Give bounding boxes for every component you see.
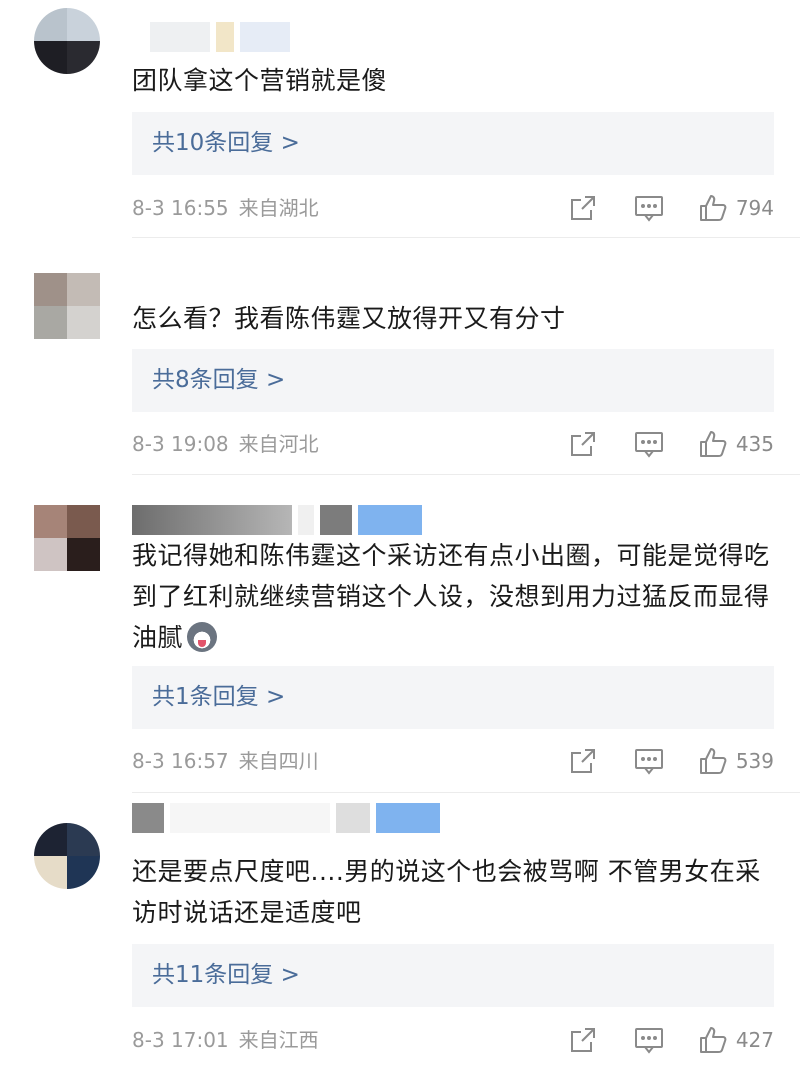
avatar[interactable]	[34, 273, 100, 339]
view-replies-button[interactable]: 共8条回复 >	[132, 349, 774, 412]
share-icon[interactable]	[569, 1026, 597, 1054]
comment-date: 8-3 19:08	[132, 432, 229, 456]
username-blurred[interactable]	[132, 505, 422, 535]
comment-text: 我记得她和陈伟霆这个采访还有点小出圈，可能是觉得吃到了红利就继续营销这个人设，没…	[132, 535, 772, 658]
husky-emoji-icon	[187, 622, 218, 652]
like-count: 539	[735, 749, 774, 773]
like-button[interactable]: 794	[698, 193, 774, 223]
like-button[interactable]: 435	[698, 429, 774, 459]
avatar[interactable]	[34, 823, 100, 889]
view-replies-button[interactable]: 共11条回复 >	[132, 944, 774, 1007]
comment-item: 怎么看？我看陈伟霆又放得开又有分寸 共8条回复 > 8-3 19:08 来自河北 …	[0, 238, 800, 475]
comment-text: 还是要点尺度吧....男的说这个也会被骂啊 不管男女在采访时说话还是适度吧	[132, 857, 761, 927]
like-button[interactable]: 539	[698, 746, 774, 776]
avatar[interactable]	[34, 8, 100, 74]
comment-item: 还是要点尺度吧....男的说这个也会被骂啊 不管男女在采访时说话还是适度吧 共1…	[0, 793, 800, 1066]
comment-icon[interactable]	[634, 1026, 664, 1054]
like-button[interactable]: 427	[698, 1025, 774, 1055]
username-blurred[interactable]	[132, 803, 440, 833]
comment-location: 来自四川	[238, 749, 319, 773]
comment-location: 来自河北	[238, 432, 319, 456]
avatar[interactable]	[34, 505, 100, 571]
comment-date: 8-3 17:01	[132, 1028, 229, 1052]
like-count: 435	[735, 432, 774, 456]
view-replies-button[interactable]: 共10条回复 >	[132, 112, 774, 175]
comment-location: 来自湖北	[238, 196, 319, 220]
comment-meta: 8-3 16:57 来自四川	[132, 744, 319, 778]
comment-actions: 794	[569, 191, 774, 225]
username-blurred[interactable]	[150, 22, 290, 52]
comment-item: 团队拿这个营销就是傻 共10条回复 > 8-3 16:55 来自湖北 794	[0, 0, 800, 238]
thumbs-up-icon	[699, 748, 727, 774]
comment-icon[interactable]	[634, 430, 664, 458]
comment-date: 8-3 16:55	[132, 196, 229, 220]
comment-text: 怎么看？我看陈伟霆又放得开又有分寸	[132, 304, 566, 333]
comment-meta: 8-3 16:55 来自湖北	[132, 191, 319, 225]
comment-icon[interactable]	[634, 194, 664, 222]
share-icon[interactable]	[569, 747, 597, 775]
thumbs-up-icon	[699, 195, 727, 221]
view-replies-button[interactable]: 共1条回复 >	[132, 666, 774, 729]
like-count: 794	[735, 196, 774, 220]
thumbs-up-icon	[699, 431, 727, 457]
comment-actions: 539	[569, 744, 774, 778]
comment-meta: 8-3 17:01 来自江西	[132, 1023, 319, 1057]
thumbs-up-icon	[699, 1027, 727, 1053]
comment-text: 团队拿这个营销就是傻	[132, 66, 388, 95]
share-icon[interactable]	[569, 194, 597, 222]
comment-icon[interactable]	[634, 747, 664, 775]
share-icon[interactable]	[569, 430, 597, 458]
comment-actions: 427	[569, 1023, 774, 1057]
like-count: 427	[735, 1028, 774, 1052]
comment-date: 8-3 16:57	[132, 749, 229, 773]
comment-location: 来自江西	[238, 1028, 319, 1052]
comment-item: 我记得她和陈伟霆这个采访还有点小出圈，可能是觉得吃到了红利就继续营销这个人设，没…	[0, 475, 800, 793]
comment-meta: 8-3 19:08 来自河北	[132, 427, 319, 461]
comment-actions: 435	[569, 427, 774, 461]
comment-text-content: 我记得她和陈伟霆这个采访还有点小出圈，可能是觉得吃到了红利就继续营销这个人设，没…	[132, 541, 770, 652]
